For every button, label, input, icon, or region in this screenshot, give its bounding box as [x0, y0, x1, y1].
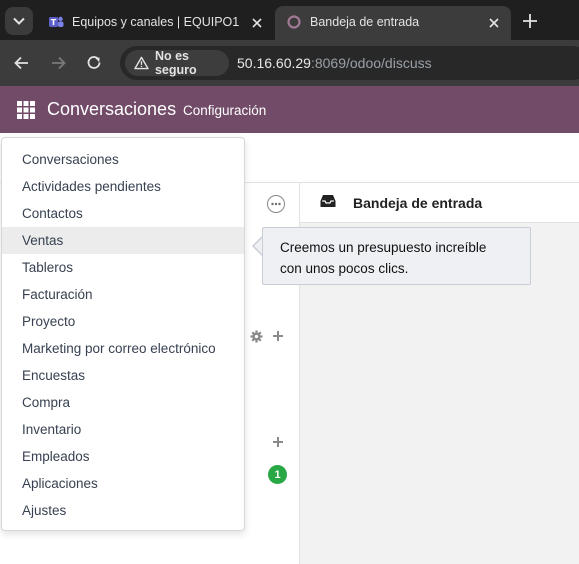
back-arrow-icon[interactable]	[12, 53, 32, 73]
close-icon[interactable]	[486, 15, 502, 31]
gear-icon[interactable]	[250, 330, 263, 343]
menu-item-ventas[interactable]: Ventas	[2, 227, 244, 254]
menu-item-marketing-correo[interactable]: Marketing por correo electrónico	[2, 335, 244, 362]
menu-item-compra[interactable]: Compra	[2, 389, 244, 416]
add-chat-plus-icon[interactable]	[272, 436, 284, 448]
menu-item-proyecto[interactable]: Proyecto	[2, 308, 244, 335]
menu-configuracion[interactable]: Configuración	[183, 103, 266, 118]
tooltip-line-1: Creemos un presupuesto increíble	[280, 240, 487, 255]
address-bar[interactable]: No es seguro 50.16.60.29:8069/odoo/discu…	[120, 46, 579, 80]
browser-tab-inbox[interactable]: Bandeja de entrada	[275, 6, 511, 40]
tooltip-line-2: con unos pocos clics.	[280, 261, 409, 276]
forward-arrow-icon[interactable]	[48, 53, 68, 73]
url-host: 50.16.60.29	[237, 55, 311, 71]
apps-grid-icon[interactable]	[17, 101, 35, 119]
tab-title: Equipos y canales | EQUIPO1 | M	[72, 15, 240, 29]
reload-icon[interactable]	[84, 53, 104, 73]
menu-item-empleados[interactable]: Empleados	[2, 443, 244, 470]
odoo-navbar: Conversaciones Configuración	[0, 86, 579, 133]
unread-counter-badge: 1	[268, 465, 287, 484]
menu-item-inventario[interactable]: Inventario	[2, 416, 244, 443]
site-info-button[interactable]: No es seguro	[125, 49, 229, 77]
menu-item-contactos[interactable]: Contactos	[2, 200, 244, 227]
chevron-down-icon	[13, 17, 25, 25]
ellipsis-icon	[271, 202, 281, 206]
menu-item-encuestas[interactable]: Encuestas	[2, 362, 244, 389]
tour-tooltip: Creemos un presupuesto increíble con uno…	[262, 227, 531, 285]
menu-item-ajustes[interactable]: Ajustes	[2, 497, 244, 524]
app-name[interactable]: Conversaciones	[47, 99, 176, 120]
menu-item-aplicaciones[interactable]: Aplicaciones	[2, 470, 244, 497]
add-channel-plus-icon[interactable]	[272, 330, 284, 342]
inbox-title: Bandeja de entrada	[353, 195, 483, 211]
inbox-icon	[320, 195, 336, 207]
svg-text:T: T	[51, 18, 57, 27]
more-options-button[interactable]	[267, 195, 285, 213]
browser-toolbar: No es seguro 50.16.60.29:8069/odoo/discu…	[0, 40, 579, 86]
menu-item-tableros[interactable]: Tableros	[2, 254, 244, 281]
menu-item-conversaciones[interactable]: Conversaciones	[2, 146, 244, 173]
menu-item-facturacion[interactable]: Facturación	[2, 281, 244, 308]
close-icon[interactable]	[249, 15, 265, 31]
apps-dropdown-menu: Conversaciones Actividades pendientes Co…	[1, 137, 245, 531]
url-text[interactable]: 50.16.60.29:8069/odoo/discuss	[237, 55, 432, 71]
url-path: :8069/odoo/discuss	[310, 55, 432, 71]
warning-icon	[134, 56, 149, 70]
menu-item-actividades-pendientes[interactable]: Actividades pendientes	[2, 173, 244, 200]
tab-title: Bandeja de entrada	[310, 15, 420, 29]
security-label: No es seguro	[154, 49, 197, 77]
browser-tab-teams[interactable]: T Equipos y canales | EQUIPO1 | M	[38, 6, 274, 40]
new-tab-plus-icon[interactable]	[520, 11, 540, 31]
teams-icon: T	[49, 16, 64, 27]
odoo-icon	[287, 15, 301, 29]
browser-tab-bar: T Equipos y canales | EQUIPO1 | M Bandej…	[0, 0, 579, 40]
tab-search-button[interactable]	[5, 7, 33, 35]
